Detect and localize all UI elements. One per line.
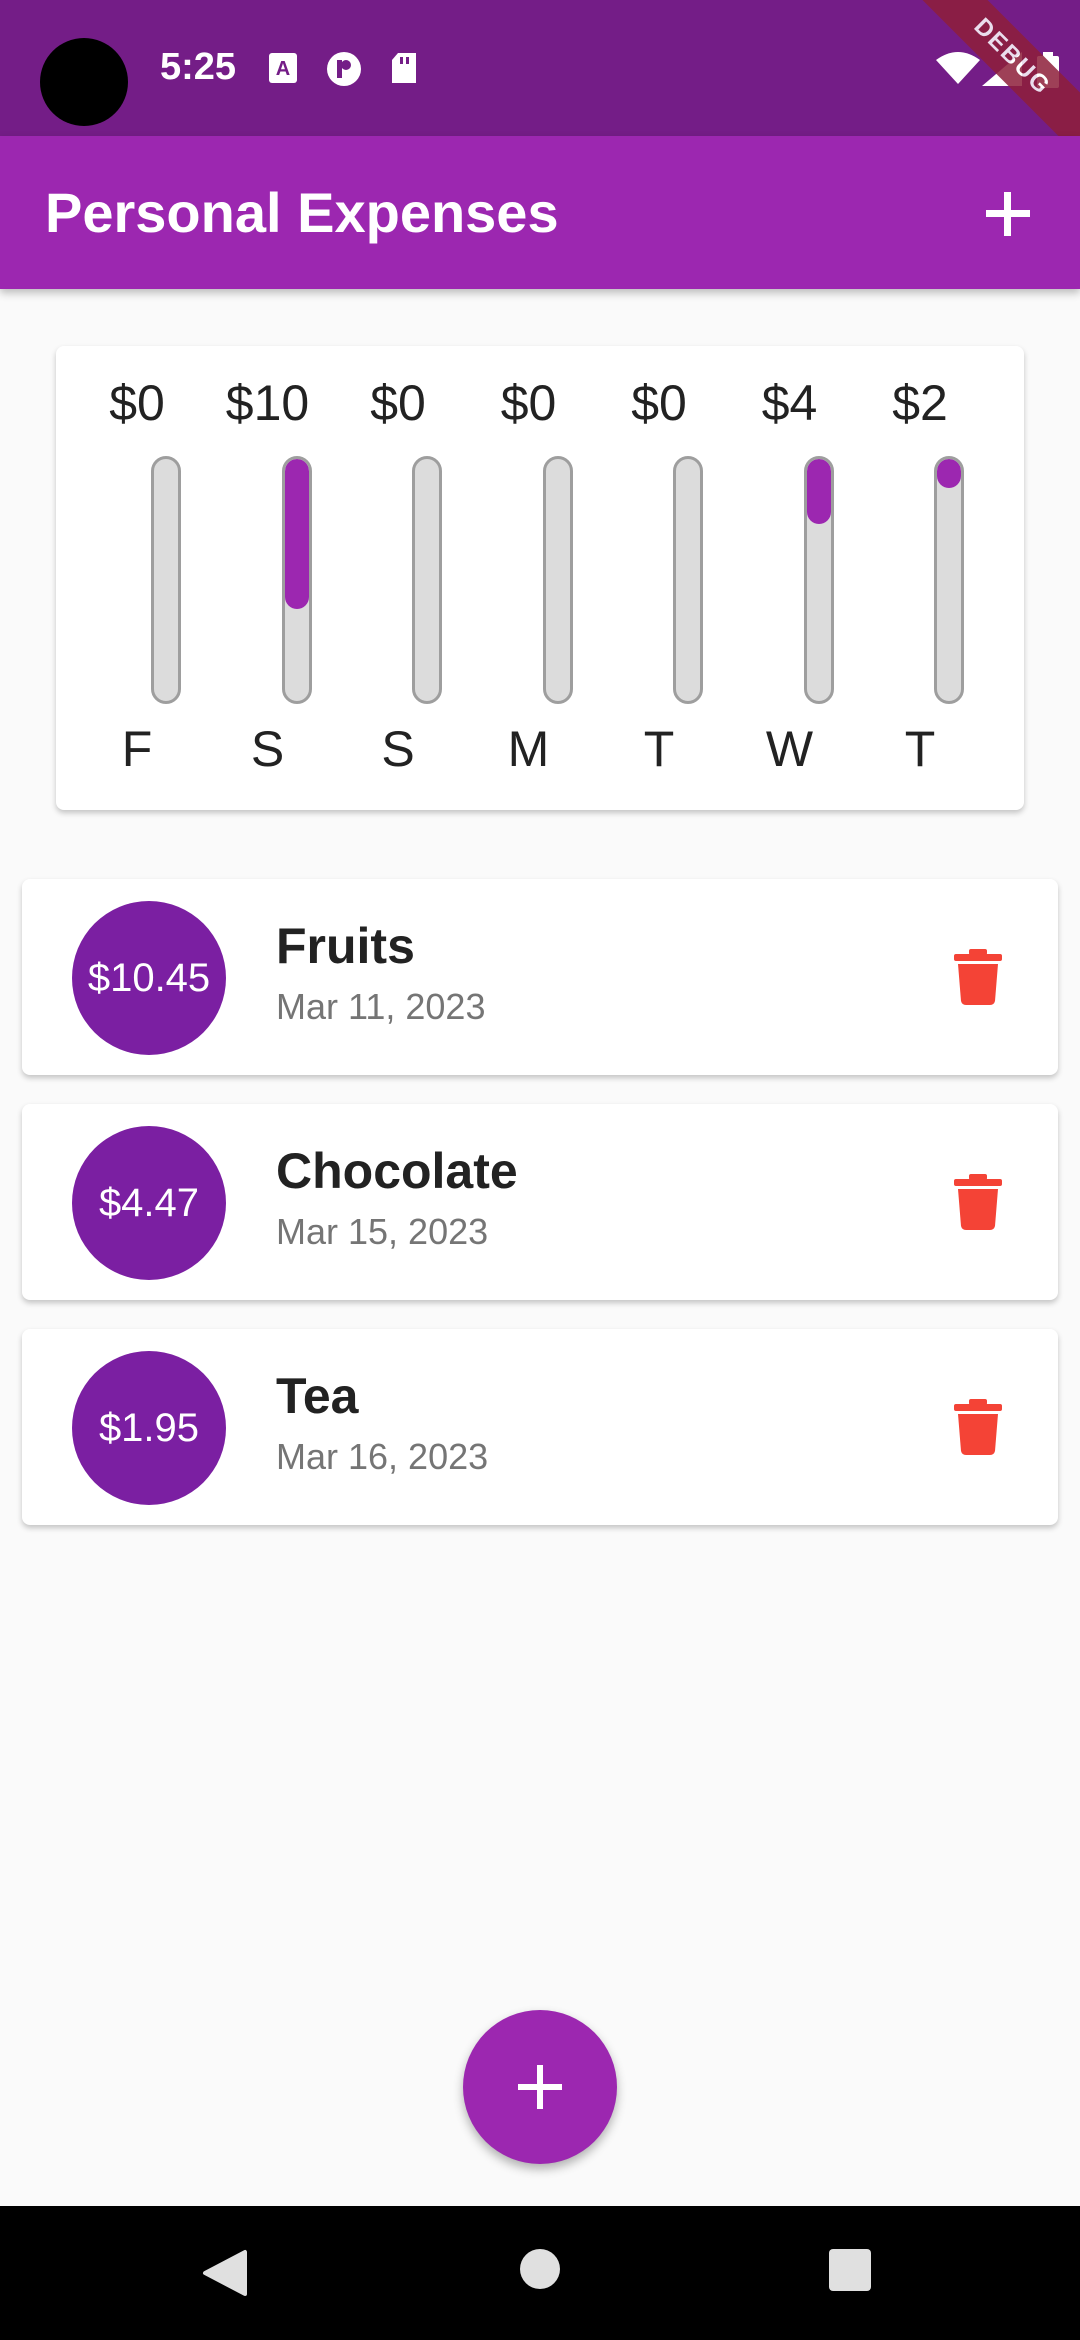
weekly-chart: $0 F $10 S $0 S $0 M $0 T $4 W $2 T: [56, 346, 1024, 810]
transaction-date: Mar 11, 2023: [276, 986, 486, 1027]
bar-day-label: S: [381, 721, 415, 777]
add-fab-button[interactable]: [463, 2010, 617, 2164]
bar-fill: [937, 459, 961, 489]
recents-icon[interactable]: [828, 2248, 872, 2292]
navigation-bar: [0, 2206, 1080, 2340]
chart-bar: $4 W: [725, 346, 855, 810]
bar-day-label: T: [904, 721, 936, 777]
bar-track: [673, 456, 703, 704]
bar-day-label: T: [643, 721, 675, 777]
camera-cutout: [40, 38, 128, 126]
svg-text:A: A: [276, 58, 290, 80]
p-notification-icon: [327, 52, 361, 86]
transaction-amount-badge: $10.45: [72, 901, 226, 1055]
plus-icon: [986, 192, 1030, 236]
bar-day-label: W: [765, 721, 814, 777]
wifi-icon: [936, 52, 980, 84]
a-notification-icon: A: [269, 53, 297, 83]
bar-amount-label: $2: [892, 375, 948, 431]
chart-bar: $0 F: [72, 346, 202, 810]
trash-icon[interactable]: [954, 949, 1002, 1005]
bar-track: [803, 456, 834, 704]
transaction-date: Mar 16, 2023: [276, 1436, 489, 1477]
bar-track: [151, 456, 181, 704]
plus-icon: [518, 2065, 562, 2109]
transaction-amount-badge: $4.47: [72, 1126, 226, 1280]
bar-day-label: M: [507, 721, 550, 777]
status-time: 5:25: [160, 46, 237, 88]
transaction-date: Mar 15, 2023: [276, 1211, 489, 1252]
chart-bar: $2 T: [855, 346, 985, 810]
trash-icon[interactable]: [954, 1399, 1002, 1455]
bar-track: [934, 456, 964, 704]
chart-bar: $0 T: [594, 346, 724, 810]
sd-card-icon: [392, 53, 416, 83]
bar-amount-label: $10: [225, 375, 310, 431]
bar-amount-label: $0: [500, 375, 557, 431]
bar-fill: [806, 459, 831, 525]
trash-icon[interactable]: [954, 1174, 1002, 1230]
bar-track: [412, 456, 442, 704]
chart-bar: $0 S: [333, 346, 463, 810]
status-bar: 5:25 A DEBUG: [0, 0, 1080, 136]
chart-bar: $0 M: [464, 346, 594, 810]
transaction-card: $10.45 Fruits Mar 11, 2023: [22, 879, 1058, 1075]
transaction-title: Tea: [276, 1368, 359, 1424]
bar-fill: [284, 459, 309, 610]
transaction-card: $4.47 Chocolate Mar 15, 2023: [22, 1104, 1058, 1300]
back-icon[interactable]: [200, 2248, 250, 2298]
bar-track: [281, 456, 312, 704]
bar-amount-label: $0: [370, 375, 426, 431]
home-icon[interactable]: [519, 2248, 561, 2290]
transaction-card: $1.95 Tea Mar 16, 2023: [22, 1329, 1058, 1525]
add-transaction-button[interactable]: [966, 172, 1050, 256]
bar-day-label: F: [121, 721, 153, 777]
bar-amount-label: $4: [761, 375, 818, 431]
transaction-amount-badge: $1.95: [72, 1351, 226, 1505]
app-title: Personal Expenses: [45, 181, 559, 244]
transaction-title: Fruits: [276, 918, 415, 974]
chart-bar: $10 S: [203, 346, 333, 810]
bar-track: [542, 456, 573, 704]
bar-day-label: S: [250, 721, 285, 777]
debug-banner: DEBUG: [903, 0, 1080, 136]
transaction-title: Chocolate: [276, 1143, 518, 1199]
bar-amount-label: $0: [631, 375, 687, 431]
app-bar: Personal Expenses: [0, 136, 1080, 289]
bar-amount-label: $0: [109, 375, 165, 431]
